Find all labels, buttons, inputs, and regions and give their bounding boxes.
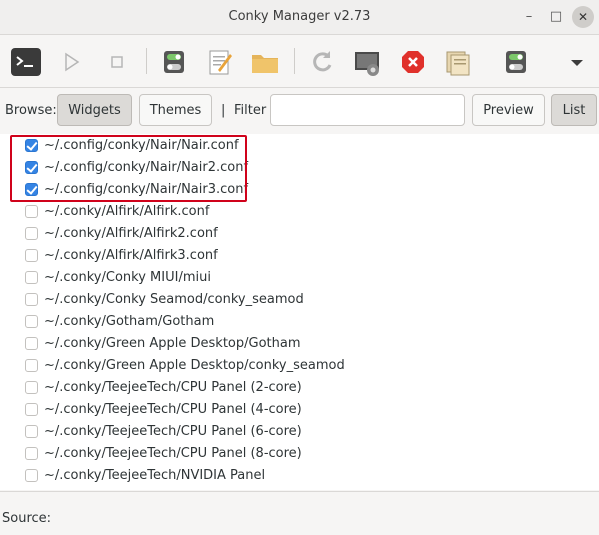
item-label: ~/.config/conky/Nair/Nair.conf: [44, 138, 239, 153]
close-button[interactable]: ✕: [572, 6, 594, 28]
stop-icon[interactable]: [101, 46, 133, 78]
item-checkbox[interactable]: [25, 425, 38, 438]
widgets-button[interactable]: Widgets: [57, 94, 132, 126]
widget-list: ~/.config/conky/Nair/Nair.conf ~/.config…: [0, 134, 599, 490]
item-checkbox[interactable]: [25, 359, 38, 372]
list-item[interactable]: ~/.conky/Alfirk/Alfirk.conf: [0, 201, 599, 223]
list-item[interactable]: ~/.conky/Conky Seamod/conky_seamod: [0, 289, 599, 311]
item-checkbox[interactable]: [25, 139, 38, 152]
edit-icon[interactable]: [204, 46, 236, 78]
list-item[interactable]: ~/.config/conky/Nair/Nair2.conf: [0, 157, 599, 179]
list-item[interactable]: ~/.conky/Green Apple Desktop/Gotham: [0, 333, 599, 355]
item-label: ~/.conky/Alfirk/Alfirk.conf: [44, 204, 210, 219]
item-label: ~/.conky/Gotham/Gotham: [44, 314, 215, 329]
item-label: ~/.conky/TeejeeTech/CPU Panel (2-core): [44, 380, 302, 395]
import-icon[interactable]: [442, 46, 474, 78]
terminal-icon[interactable]: [10, 46, 42, 78]
item-label: ~/.conky/Conky Seamod/conky_seamod: [44, 292, 304, 307]
item-label: ~/.conky/Green Apple Desktop/conky_seamo…: [44, 358, 345, 373]
item-checkbox[interactable]: [25, 183, 38, 196]
title-bar: Conky Manager v2.73 – □ ✕: [0, 0, 599, 35]
refresh-icon[interactable]: [306, 46, 338, 78]
item-checkbox[interactable]: [25, 381, 38, 394]
toolbar-separator: [294, 48, 295, 74]
list-item[interactable]: ~/.conky/TeejeeTech/CPU Panel (6-core): [0, 421, 599, 443]
toggle2-icon[interactable]: [500, 46, 532, 78]
folder-icon[interactable]: [249, 46, 281, 78]
minimize-button[interactable]: –: [518, 6, 540, 28]
list-item[interactable]: ~/.conky/TeejeeTech/CPU Panel (2-core): [0, 377, 599, 399]
toolbar-separator: [146, 48, 147, 74]
list-item[interactable]: ~/.conky/Green Apple Desktop/conky_seamo…: [0, 355, 599, 377]
list-item[interactable]: ~/.conky/Alfirk/Alfirk3.conf: [0, 245, 599, 267]
settings-icon[interactable]: [351, 46, 383, 78]
item-checkbox[interactable]: [25, 161, 38, 174]
list-item[interactable]: ~/.conky/Alfirk/Alfirk2.conf: [0, 223, 599, 245]
item-label: ~/.conky/Conky MIUI/miui: [44, 270, 211, 285]
item-label: ~/.conky/TeejeeTech/CPU Panel (6-core): [44, 424, 302, 439]
item-checkbox[interactable]: [25, 293, 38, 306]
item-label: ~/.config/conky/Nair/Nair2.conf: [44, 160, 249, 175]
item-checkbox[interactable]: [25, 403, 38, 416]
item-checkbox[interactable]: [25, 337, 38, 350]
item-label: ~/.conky/TeejeeTech/CPU Panel (8-core): [44, 446, 302, 461]
list-button[interactable]: List: [551, 94, 597, 126]
browse-bar: Browse: Widgets Themes | Filter Preview …: [0, 87, 599, 135]
window-title: Conky Manager v2.73: [228, 9, 371, 24]
item-checkbox[interactable]: [25, 271, 38, 284]
list-item[interactable]: ~/.config/conky/Nair/Nair3.conf: [0, 179, 599, 201]
source-label: Source:: [2, 511, 52, 526]
dropdown-icon[interactable]: [561, 46, 593, 78]
list-item[interactable]: ~/.conky/TeejeeTech/CPU Panel (4-core): [0, 399, 599, 421]
preview-button[interactable]: Preview: [472, 94, 545, 126]
status-bar: Source:: [0, 491, 599, 535]
filter-input[interactable]: [270, 94, 465, 126]
item-label: ~/.conky/TeejeeTech/CPU Panel (4-core): [44, 402, 302, 417]
toolbar: [0, 35, 599, 87]
item-checkbox[interactable]: [25, 249, 38, 262]
item-checkbox[interactable]: [25, 205, 38, 218]
item-label: ~/.conky/Alfirk/Alfirk2.conf: [44, 226, 218, 241]
item-label: ~/.config/conky/Nair/Nair3.conf: [44, 182, 249, 197]
item-label: ~/.conky/Green Apple Desktop/Gotham: [44, 336, 301, 351]
filter-label: Filter: [234, 103, 267, 118]
browse-label: Browse:: [5, 103, 57, 118]
list-item[interactable]: ~/.conky/Conky MIUI/miui: [0, 267, 599, 289]
item-checkbox[interactable]: [25, 227, 38, 240]
list-item[interactable]: ~/.conky/Gotham/Gotham: [0, 311, 599, 333]
maximize-button[interactable]: □: [545, 6, 567, 28]
list-item[interactable]: ~/.conky/TeejeeTech/NVIDIA Panel: [0, 465, 599, 487]
item-checkbox[interactable]: [25, 469, 38, 482]
item-label: ~/.conky/Alfirk/Alfirk3.conf: [44, 248, 218, 263]
item-checkbox[interactable]: [25, 315, 38, 328]
play-icon[interactable]: [56, 46, 88, 78]
browse-separator: |: [221, 103, 226, 118]
list-item[interactable]: ~/.config/conky/Nair/Nair.conf: [0, 135, 599, 157]
list-item[interactable]: ~/.conky/TeejeeTech/CPU Panel (8-core): [0, 443, 599, 465]
kill-icon[interactable]: [397, 46, 429, 78]
themes-button[interactable]: Themes: [139, 94, 212, 126]
item-checkbox[interactable]: [25, 447, 38, 460]
item-label: ~/.conky/TeejeeTech/NVIDIA Panel: [44, 468, 266, 483]
toggle-icon[interactable]: [158, 46, 190, 78]
